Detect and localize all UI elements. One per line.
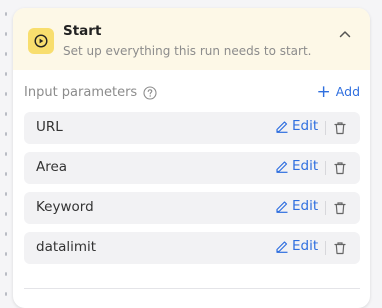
row-divider (325, 241, 326, 255)
input-parameters-title: Input parameters (24, 85, 138, 100)
parameter-row-url[interactable]: URL Edit (24, 112, 360, 144)
plus-icon: + (316, 81, 331, 102)
edit-button[interactable]: Edit (275, 118, 318, 134)
play-circle-icon (34, 34, 48, 48)
trash-icon[interactable] (332, 240, 348, 256)
start-node-card: Start Set up everything this run needs t… (13, 8, 370, 308)
parameter-name: URL (36, 119, 63, 135)
edit-label: Edit (292, 118, 319, 134)
trash-icon[interactable] (332, 160, 348, 176)
section-divider (24, 288, 360, 289)
pencil-icon (276, 241, 288, 253)
pencil-icon (276, 121, 288, 133)
parameter-list: URL Edit Area Edit Keyword Edit datalimi… (24, 112, 360, 272)
edit-button[interactable]: Edit (275, 238, 318, 254)
chevron-up-icon (339, 31, 351, 38)
edit-label: Edit (292, 238, 319, 254)
add-parameter-label: Add (335, 84, 360, 99)
canvas-background (0, 0, 12, 296)
parameter-name: datalimit (36, 239, 97, 255)
input-parameters-label: Input parameters (24, 85, 157, 100)
pencil-icon (276, 161, 288, 173)
trash-icon[interactable] (332, 200, 348, 216)
parameter-row-keyword[interactable]: Keyword Edit (24, 192, 360, 224)
row-divider (325, 121, 326, 135)
parameter-row-datalimit[interactable]: datalimit Edit (24, 232, 360, 264)
edit-button[interactable]: Edit (275, 198, 318, 214)
parameter-name: Keyword (36, 199, 94, 215)
parameter-name: Area (36, 159, 68, 175)
row-divider (325, 201, 326, 215)
start-node-header: Start Set up everything this run needs t… (13, 8, 370, 70)
add-parameter-button[interactable]: + Add (316, 81, 360, 102)
node-title: Start (63, 23, 102, 39)
edit-label: Edit (292, 198, 319, 214)
start-node-icon (28, 28, 54, 54)
collapse-button[interactable] (335, 24, 355, 44)
parameter-row-area[interactable]: Area Edit (24, 152, 360, 184)
trash-icon[interactable] (332, 120, 348, 136)
node-subtitle: Set up everything this run needs to star… (63, 44, 312, 58)
edit-label: Edit (292, 158, 319, 174)
edit-button[interactable]: Edit (275, 158, 318, 174)
row-divider (325, 161, 326, 175)
pencil-icon (276, 201, 288, 213)
question-circle-icon[interactable] (143, 85, 157, 100)
